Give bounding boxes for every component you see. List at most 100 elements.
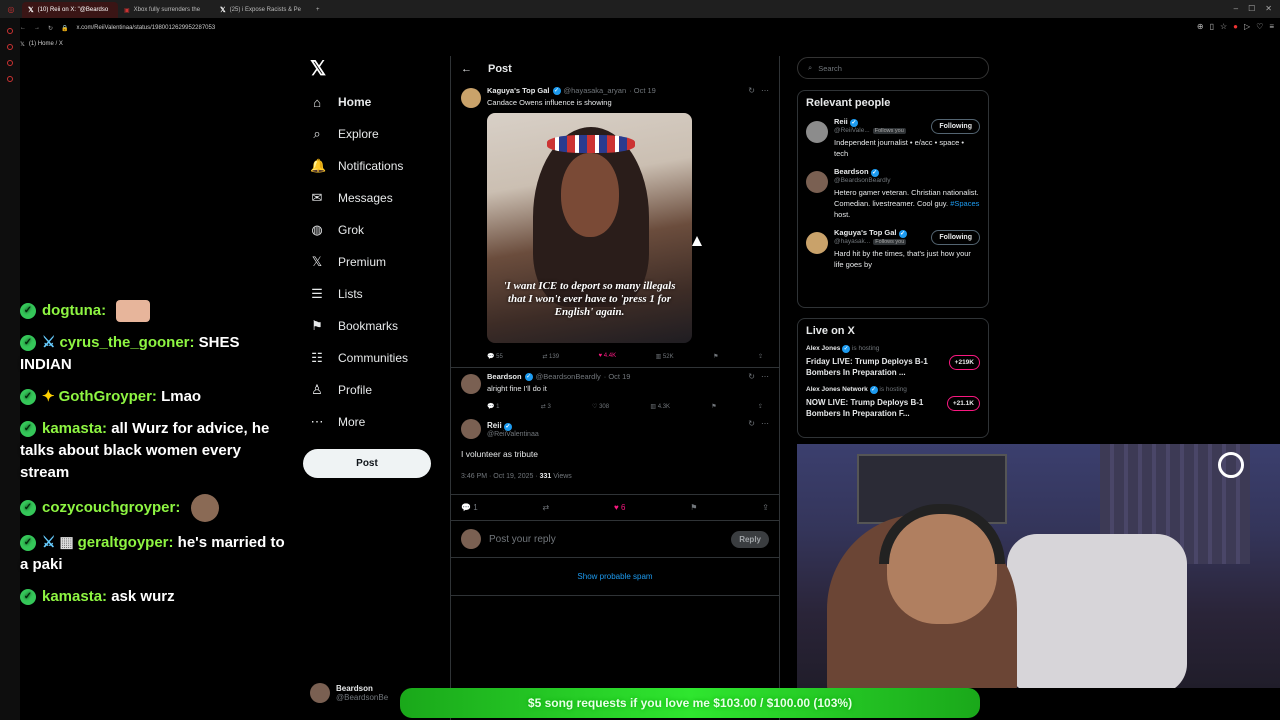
grok-icon[interactable]: ↻ <box>748 419 755 428</box>
sidebar-icon[interactable] <box>7 28 13 34</box>
sidebar-icon[interactable] <box>7 60 13 66</box>
tweet-image[interactable]: 'I want ICE to deport so many illegals t… <box>487 113 692 343</box>
bookmark-item[interactable]: (1) Home / X <box>29 41 63 47</box>
like-button[interactable]: ♥ 4.4K <box>599 353 617 359</box>
search-icon: ⌕ <box>313 126 321 141</box>
x-logo-icon[interactable]: 𝕏 <box>310 56 440 86</box>
avatar[interactable] <box>806 121 828 143</box>
author-handle[interactable]: @ReiiValentinaa <box>487 431 539 438</box>
like-button[interactable]: ♥ 6 <box>614 503 625 512</box>
person-item[interactable]: Reii ✓ @ReiiVale... Follows you Following… <box>806 117 980 159</box>
forward-icon[interactable]: → <box>34 25 40 31</box>
new-tab-button[interactable]: + <box>310 2 326 18</box>
nav-item-notifications[interactable]: 🔔 Notifications <box>300 150 440 182</box>
nav-item-messages[interactable]: ✉ Messages <box>300 182 440 214</box>
person-name[interactable]: Beardson <box>834 167 869 176</box>
author-handle[interactable]: @BeardsonBeardly <box>536 372 601 381</box>
views-button[interactable]: ▥ 52K <box>656 353 674 360</box>
chat-message: ✓ cozycouchgroyper: <box>20 494 290 523</box>
person-name[interactable]: Kaguya's Top Gal <box>834 228 897 237</box>
following-button[interactable]: Following <box>931 230 980 245</box>
nav-item-premium[interactable]: 𝕏 Premium <box>300 246 440 278</box>
author-name[interactable]: Beardson <box>487 372 522 381</box>
record-icon[interactable]: ● <box>1233 22 1238 31</box>
person-item[interactable]: Kaguya's Top Gal ✓ @hayasak... Follows yo… <box>806 228 980 270</box>
back-arrow-icon[interactable]: ← <box>461 63 472 75</box>
more-icon[interactable]: ⋯ <box>761 372 769 381</box>
reply-button[interactable]: Reply <box>731 530 769 548</box>
author-name-row[interactable]: Reii ✓ <box>487 421 539 431</box>
maximize-icon[interactable]: ☐ <box>1248 4 1255 13</box>
reply-button[interactable]: 💬 55 <box>487 353 503 360</box>
more-icon[interactable]: ⋯ <box>761 419 769 428</box>
play-icon[interactable]: ▷ <box>1244 22 1250 31</box>
hashtag-link[interactable]: #Spaces <box>950 199 979 208</box>
check-badge-icon: ✓ <box>20 535 36 552</box>
reply-tweet[interactable]: ↻ ⋯ Beardson ✓ @BeardsonBeardly · Oct 19 … <box>451 368 779 413</box>
menu-icon[interactable]: ≡ <box>1269 22 1274 31</box>
quoted-tweet[interactable]: ↻ ⋯ Kaguya's Top Gal ✓ @hayasaka_aryan · … <box>451 82 779 363</box>
show-spam-link[interactable]: Show probable spam <box>451 558 779 596</box>
tab-2[interactable]: 𝕏 (25) i Expose Racists & Pe <box>214 2 310 18</box>
avatar[interactable] <box>461 374 481 394</box>
live-item[interactable]: Alex Jones Network ✓ is hosting NOW LIVE… <box>806 386 980 419</box>
tweet-text: I volunteer as tribute <box>461 449 539 459</box>
nav-item-bookmarks[interactable]: ⚑ Bookmarks <box>300 310 440 342</box>
more-icon[interactable]: ⋯ <box>761 86 769 95</box>
author-name[interactable]: Kaguya's Top Gal <box>487 86 550 95</box>
person-name[interactable]: Reii <box>834 117 848 126</box>
search-input[interactable]: ⌕ Search <box>797 57 989 79</box>
nav-item-explore[interactable]: ⌕ Explore <box>300 118 440 150</box>
sidebar-icon[interactable] <box>7 76 13 82</box>
tweet-time[interactable]: 3:46 PM · Oct 19, 2025 · <box>461 473 538 480</box>
url-field[interactable]: x.com/ReiiValentinaa/status/198001262995… <box>77 25 216 31</box>
heart-icon[interactable]: ♡ <box>1256 22 1263 31</box>
grok-icon[interactable]: ↻ <box>748 86 755 95</box>
following-button[interactable]: Following <box>931 119 980 134</box>
repost-button[interactable]: ⇄ 139 <box>542 353 559 360</box>
bookmark-icon[interactable]: ⚑ <box>711 403 716 410</box>
author-handle[interactable]: @hayasaka_aryan <box>564 86 627 95</box>
bookmark-icon: ⚑ <box>311 318 323 333</box>
avatar[interactable] <box>461 419 481 439</box>
nav-item-grok[interactable]: ◍ Grok <box>300 214 440 246</box>
nav-item-more[interactable]: ⋯ More <box>300 406 440 438</box>
zoom-icon[interactable]: ⊕ <box>1197 22 1204 31</box>
avatar[interactable] <box>806 171 828 193</box>
sidebar-icon[interactable] <box>7 44 13 50</box>
account-switcher[interactable]: Beardson @BeardsonBe <box>310 683 388 703</box>
bookmark-icon[interactable]: ⚑ <box>713 353 718 360</box>
grok-icon[interactable]: ↻ <box>748 372 755 381</box>
repost-button[interactable]: ⇄ 3 <box>541 403 551 410</box>
minimize-icon[interactable]: – <box>1234 4 1238 13</box>
repost-button[interactable]: ⇄ <box>542 503 549 512</box>
live-item[interactable]: Alex Jones ✓ is hosting Friday LIVE: Tru… <box>806 345 980 378</box>
avatar[interactable] <box>461 88 481 108</box>
reply-button[interactable]: 💬 1 <box>487 403 499 410</box>
person-item[interactable]: Beardson ✓ @BeardsonBeardly Hetero gamer… <box>806 167 980 220</box>
reload-icon[interactable]: ↻ <box>48 25 53 32</box>
tweet-date[interactable]: · Oct 19 <box>604 372 631 381</box>
avatar[interactable] <box>806 232 828 254</box>
post-button[interactable]: Post <box>303 449 431 478</box>
close-icon[interactable]: ✕ <box>1265 4 1272 13</box>
reply-input[interactable]: Post your reply <box>489 534 723 545</box>
tweet-date[interactable]: · Oct 19 <box>629 86 656 95</box>
tab-1[interactable]: ▣ Xbox fully surrenders the <box>118 2 214 18</box>
nav-item-communities[interactable]: ☷ Communities <box>300 342 440 374</box>
back-icon[interactable]: ← <box>20 25 26 31</box>
bookmark-icon[interactable]: ☆ <box>1220 22 1227 31</box>
nav-item-profile[interactable]: ♙ Profile <box>300 374 440 406</box>
panel-title: Live on X <box>806 325 855 337</box>
tab-0[interactable]: 𝕏 (10) Reii on X: "@Beardso <box>22 2 118 18</box>
like-button[interactable]: ♡ 308 <box>592 403 609 410</box>
reply-button[interactable]: 💬 1 <box>461 503 478 512</box>
extension-icon[interactable]: ▯ <box>1210 22 1214 31</box>
share-icon[interactable]: ⇪ <box>758 353 763 360</box>
nav-item-home[interactable]: ⌂ Home <box>300 86 440 118</box>
nav-item-lists[interactable]: ☰ Lists <box>300 278 440 310</box>
share-icon[interactable]: ⇪ <box>758 403 763 410</box>
bookmark-icon[interactable]: ⚑ <box>690 503 697 512</box>
share-icon[interactable]: ⇪ <box>762 503 769 512</box>
views-button[interactable]: ▥ 4.3K <box>650 403 670 410</box>
